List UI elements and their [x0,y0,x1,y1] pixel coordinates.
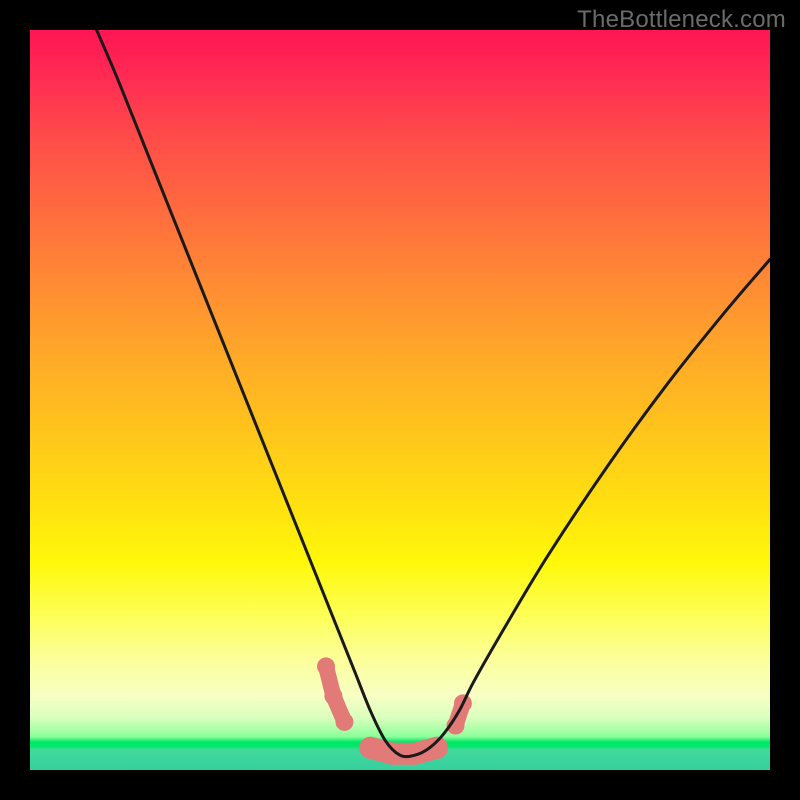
bottleneck-curve [97,30,770,757]
marker-cluster [317,657,472,764]
curve-layer [30,30,770,770]
plot-area [30,30,770,770]
chart-frame: TheBottleneck.com [0,0,800,800]
